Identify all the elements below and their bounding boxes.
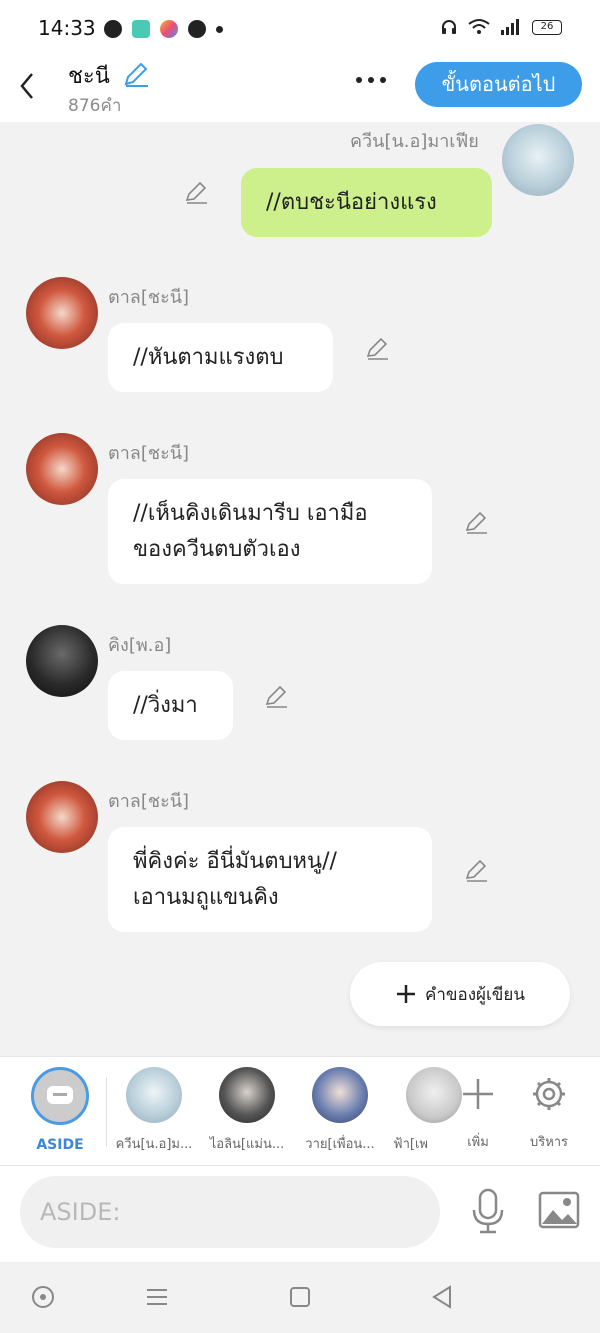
avatar-tan[interactable] bbox=[26, 277, 98, 349]
character-label: ASIDE bbox=[36, 1137, 84, 1153]
chat-app-icon bbox=[132, 20, 150, 38]
character-label: ไอลิน[แม่น... bbox=[209, 1137, 285, 1152]
signal-icon bbox=[501, 19, 519, 35]
status-bar: 14:33 26 bbox=[0, 0, 600, 58]
sender-name: ตาล[ชะนี] bbox=[108, 287, 190, 308]
speech-bubble-icon bbox=[47, 1086, 73, 1104]
author-words-button[interactable]: คำของผู้เขียน bbox=[350, 962, 570, 1026]
messenger-icon bbox=[104, 20, 122, 38]
avatar-tan[interactable] bbox=[26, 433, 98, 505]
edit-message-icon[interactable] bbox=[184, 180, 210, 206]
dot-icon bbox=[216, 25, 223, 33]
notification-icons bbox=[104, 20, 223, 38]
character-avatar bbox=[219, 1067, 275, 1123]
message-bubble[interactable]: //วิ่งมา bbox=[108, 671, 233, 740]
character-label: ฟ้า[เพ bbox=[393, 1137, 428, 1152]
avatar-king[interactable] bbox=[26, 625, 98, 697]
message-bubble[interactable]: //เห็นคิงเดินมารีบ เอามือ ของควีนตบตัวเอ… bbox=[108, 479, 432, 584]
character-avatar bbox=[126, 1067, 182, 1123]
aside-avatar bbox=[31, 1067, 89, 1125]
message-input[interactable] bbox=[20, 1176, 440, 1248]
edit-message-icon[interactable] bbox=[365, 336, 391, 362]
edit-message-icon[interactable] bbox=[464, 858, 490, 884]
message-bubble[interactable]: //หันตามแรงตบ bbox=[108, 323, 333, 392]
message-line: พี่คิงค่ะ อีนี่มันตบหนู// bbox=[133, 848, 337, 874]
star-app-icon bbox=[160, 20, 178, 38]
sender-name: ควีน[น.อ]มาเฟีย bbox=[350, 131, 479, 152]
message-line: เอานมถูแขนคิง bbox=[133, 884, 279, 910]
character-fah[interactable]: ฟ้า[เพ bbox=[370, 1067, 462, 1154]
edit-message-icon[interactable] bbox=[464, 510, 490, 536]
system-nav-bar bbox=[0, 1262, 600, 1333]
manage-label: บริหาร bbox=[529, 1135, 569, 1150]
wifi-icon bbox=[468, 19, 490, 34]
avatar-queen[interactable] bbox=[502, 124, 574, 196]
message-input-bar bbox=[0, 1166, 600, 1262]
back-arrow-icon[interactable] bbox=[14, 66, 44, 106]
plus-icon bbox=[463, 1079, 493, 1109]
next-step-button[interactable]: ขั้นตอนต่อไป bbox=[415, 62, 582, 107]
chat-area: ควีน[น.อ]มาเฟีย //ตบชะนีอย่างแรง ตาล[ชะน… bbox=[0, 122, 600, 1056]
headset-icon bbox=[442, 20, 456, 34]
image-icon[interactable] bbox=[538, 1190, 580, 1230]
edit-title-pencil-icon[interactable] bbox=[122, 60, 150, 88]
message-line: //เห็นคิงเดินมารีบ เอามือ bbox=[133, 500, 368, 526]
edit-message-icon[interactable] bbox=[264, 684, 290, 710]
page-title: ชะนี bbox=[68, 64, 110, 89]
more-options-icon[interactable] bbox=[356, 68, 390, 92]
message-bubble-mine[interactable]: //ตบชะนีอย่างแรง bbox=[241, 168, 492, 237]
sender-name: ตาล[ชะนี] bbox=[108, 443, 190, 464]
avatar-tan[interactable] bbox=[26, 781, 98, 853]
character-aside[interactable]: ASIDE bbox=[10, 1067, 110, 1153]
microphone-icon[interactable] bbox=[470, 1188, 506, 1234]
message-line: ของควีนตบตัวเอง bbox=[133, 536, 301, 562]
character-queen[interactable]: ควีน[น.อ]ม... bbox=[104, 1067, 204, 1154]
plus-icon bbox=[396, 985, 415, 1003]
battery-icon: 26 bbox=[532, 19, 562, 35]
z-app-icon bbox=[188, 20, 206, 38]
character-avatar bbox=[312, 1067, 368, 1123]
app-header: ชะนี 876คำ ขั้นตอนต่อไป bbox=[0, 58, 600, 122]
sender-name: คิง[พ.อ] bbox=[108, 635, 172, 656]
back-nav-icon[interactable] bbox=[430, 1284, 456, 1310]
character-label: ควีน[น.อ]ม... bbox=[115, 1137, 193, 1152]
home-nav-icon[interactable] bbox=[287, 1284, 313, 1310]
manage-characters-button[interactable]: บริหาร bbox=[499, 1067, 599, 1152]
assistant-nav-icon[interactable] bbox=[30, 1284, 56, 1310]
character-ailin[interactable]: ไอลิน[แม่น... bbox=[197, 1067, 297, 1154]
menu-nav-icon[interactable] bbox=[144, 1284, 170, 1310]
status-time: 14:33 bbox=[38, 16, 96, 40]
message-bubble[interactable]: พี่คิงค่ะ อีนี่มันตบหนู// เอานมถูแขนคิง bbox=[108, 827, 432, 932]
gear-icon bbox=[533, 1078, 565, 1110]
sender-name: ตาล[ชะนี] bbox=[108, 791, 190, 812]
word-count: 876คำ bbox=[68, 96, 122, 116]
author-words-label: คำของผู้เขียน bbox=[424, 984, 526, 1005]
character-selector: ASIDE ควีน[น.อ]ม... ไอลิน[แม่น... วาย[เพ… bbox=[0, 1056, 600, 1166]
